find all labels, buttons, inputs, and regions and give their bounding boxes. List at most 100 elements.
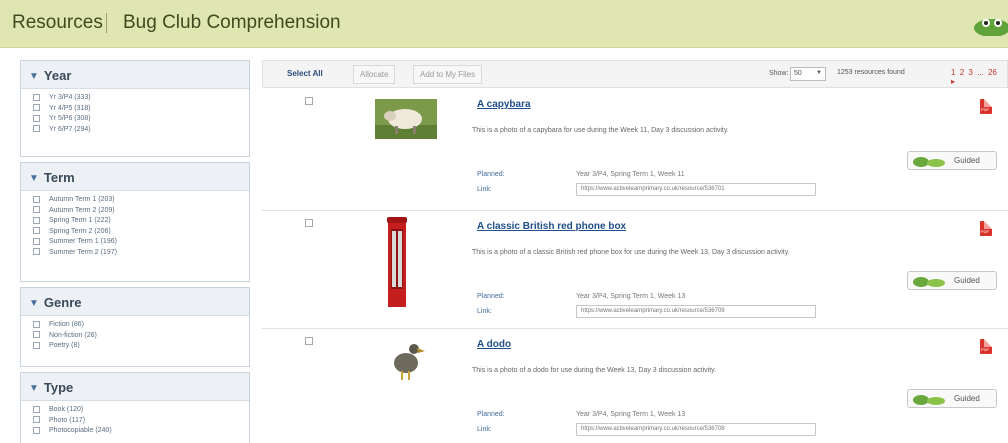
filter-checkbox[interactable] <box>33 227 40 235</box>
filter-option[interactable]: Yr 5/P6 (308) <box>33 114 249 125</box>
filter-option[interactable]: Yr 3/P4 (333) <box>33 93 249 104</box>
pdf-icon[interactable]: PDF <box>980 339 992 354</box>
filter-checkbox[interactable] <box>33 426 40 434</box>
page-link[interactable]: 3 <box>968 68 972 77</box>
page-link[interactable]: 2 <box>960 68 964 77</box>
allocate-button[interactable]: Allocate <box>353 65 396 84</box>
filter-option[interactable]: Yr 4/P5 (318) <box>33 104 249 115</box>
filter-checkbox[interactable] <box>33 237 40 245</box>
filter-option[interactable]: Summer Term 1 (196) <box>33 237 249 248</box>
chevron-down-icon: ▼ <box>29 298 39 309</box>
facet-type-header[interactable]: ▼ Type <box>21 373 249 401</box>
per-page-select[interactable]: 50 ▼ <box>790 67 826 81</box>
row-checkbox[interactable] <box>305 337 313 345</box>
pagination: 1 2 3 ... 26 ▸ <box>951 68 1007 86</box>
chevron-down-icon: ▼ <box>29 173 39 184</box>
filter-checkbox[interactable] <box>33 114 40 122</box>
filter-checkbox[interactable] <box>33 416 40 424</box>
page-title: Bug Club Comprehension <box>123 12 341 33</box>
filter-option[interactable]: Summer Term 2 (197) <box>33 248 249 259</box>
link-label: Link: <box>477 426 492 433</box>
filter-option[interactable]: Autumn Term 2 (209) <box>33 206 249 217</box>
row-checkbox[interactable] <box>305 97 313 105</box>
chevron-down-icon: ▼ <box>816 70 822 76</box>
guided-button[interactable]: Guided <box>907 271 997 290</box>
facet-term-header[interactable]: ▼ Term <box>21 163 249 191</box>
resource-description: This is a photo of a capybara for use du… <box>472 127 729 134</box>
resource-link-field[interactable]: https://www.activelearnprimary.co.uk/res… <box>576 423 816 436</box>
planned-value: Year 3/P4, Spring Term 1, Week 13 <box>576 411 686 418</box>
filter-option[interactable]: Spring Term 2 (206) <box>33 227 249 238</box>
facet-type: ▼ Type Book (120) Photo (117) Photocopiab… <box>20 372 250 443</box>
filter-checkbox[interactable] <box>33 331 40 339</box>
section-title[interactable]: Resources <box>12 12 103 34</box>
filter-option[interactable]: Spring Term 1 (222) <box>33 216 249 227</box>
filter-checkbox[interactable] <box>33 216 40 224</box>
planned-label: Planned: <box>477 171 505 178</box>
resource-row: A dodo This is a photo of a dodo for use… <box>262 329 1008 443</box>
planned-label: Planned: <box>477 411 505 418</box>
filter-option[interactable]: Autumn Term 1 (203) <box>33 195 249 206</box>
planned-value: Year 3/P4, Spring Term 1, Week 13 <box>576 293 686 300</box>
resource-row: A classic British red phone box This is … <box>262 211 1008 329</box>
filter-option[interactable]: Photo (117) <box>33 416 249 427</box>
resource-link-field[interactable]: https://www.activelearnprimary.co.uk/res… <box>576 305 816 318</box>
results-toolbar: Select All Allocate Add to My Files Show… <box>262 60 1008 88</box>
facet-genre: ▼ Genre Fiction (86) Non-fiction (26) Poe… <box>20 287 250 367</box>
next-page-icon[interactable]: ▸ <box>951 77 955 86</box>
filter-option[interactable]: Poetry (8) <box>33 341 249 352</box>
filter-sidebar: ▼ Year Yr 3/P4 (333) Yr 4/P5 (318) Yr 5/P… <box>20 60 250 443</box>
facet-genre-header[interactable]: ▼ Genre <box>21 288 249 316</box>
filter-checkbox[interactable] <box>33 125 40 133</box>
bugs-icon <box>913 277 945 287</box>
guided-button[interactable]: Guided <box>907 389 997 408</box>
page-link[interactable]: 26 <box>988 68 997 77</box>
filter-checkbox[interactable] <box>33 320 40 328</box>
app-header: Resources Bug Club Comprehension <box>0 0 1008 48</box>
filter-option[interactable]: Non-fiction (26) <box>33 331 249 342</box>
filter-checkbox[interactable] <box>33 195 40 203</box>
pdf-icon[interactable]: PDF <box>980 221 992 236</box>
resource-link-field[interactable]: https://www.activelearnprimary.co.uk/res… <box>576 183 816 196</box>
page-ellipsis: ... <box>977 68 984 77</box>
facet-title: Year <box>43 68 72 83</box>
link-label: Link: <box>477 186 492 193</box>
facet-term: ▼ Term Autumn Term 1 (203) Autumn Term 2 … <box>20 162 250 282</box>
filter-option[interactable]: Fiction (86) <box>33 320 249 331</box>
planned-value: Year 3/P4, Spring Term 1, Week 11 <box>576 171 685 178</box>
page-link[interactable]: 1 <box>951 68 955 77</box>
phone-box-thumbnail[interactable] <box>386 217 408 309</box>
dodo-thumbnail[interactable] <box>386 337 426 381</box>
resource-title-link[interactable]: A dodo <box>477 339 511 350</box>
bugs-icon <box>913 395 945 405</box>
resource-title-link[interactable]: A classic British red phone box <box>477 221 626 232</box>
facet-year: ▼ Year Yr 3/P4 (333) Yr 4/P5 (318) Yr 5/P… <box>20 60 250 157</box>
facet-title: Term <box>43 170 75 185</box>
capybara-thumbnail[interactable] <box>375 99 437 139</box>
resource-description: This is a photo of a dodo for use during… <box>472 367 717 374</box>
resource-title-link[interactable]: A capybara <box>477 99 531 110</box>
filter-checkbox[interactable] <box>33 104 40 112</box>
filter-checkbox[interactable] <box>33 206 40 214</box>
pdf-icon[interactable]: PDF <box>980 99 992 114</box>
chevron-down-icon: ▼ <box>29 71 39 82</box>
results-count: 1253 resources found <box>837 69 905 76</box>
results-panel: Select All Allocate Add to My Files Show… <box>262 60 1008 443</box>
filter-option[interactable]: Yr 6/P7 (294) <box>33 125 249 136</box>
facet-title: Type <box>43 380 74 395</box>
guided-button[interactable]: Guided <box>907 151 997 170</box>
filter-checkbox[interactable] <box>33 248 40 256</box>
facet-title: Genre <box>43 295 82 310</box>
select-all-link[interactable]: Select All <box>287 69 323 78</box>
add-to-my-files-button[interactable]: Add to My Files <box>413 65 483 84</box>
filter-option[interactable]: Book (120) <box>33 405 249 416</box>
filter-checkbox[interactable] <box>33 405 40 413</box>
filter-checkbox[interactable] <box>33 93 40 101</box>
bugs-icon <box>913 157 945 167</box>
filter-checkbox[interactable] <box>33 341 40 349</box>
row-checkbox[interactable] <box>305 219 313 227</box>
resource-description: This is a photo of a classic British red… <box>472 249 790 256</box>
facet-year-header[interactable]: ▼ Year <box>21 61 249 89</box>
filter-option[interactable]: Photocopiable (240) <box>33 426 249 437</box>
chevron-down-icon: ▼ <box>29 383 39 394</box>
